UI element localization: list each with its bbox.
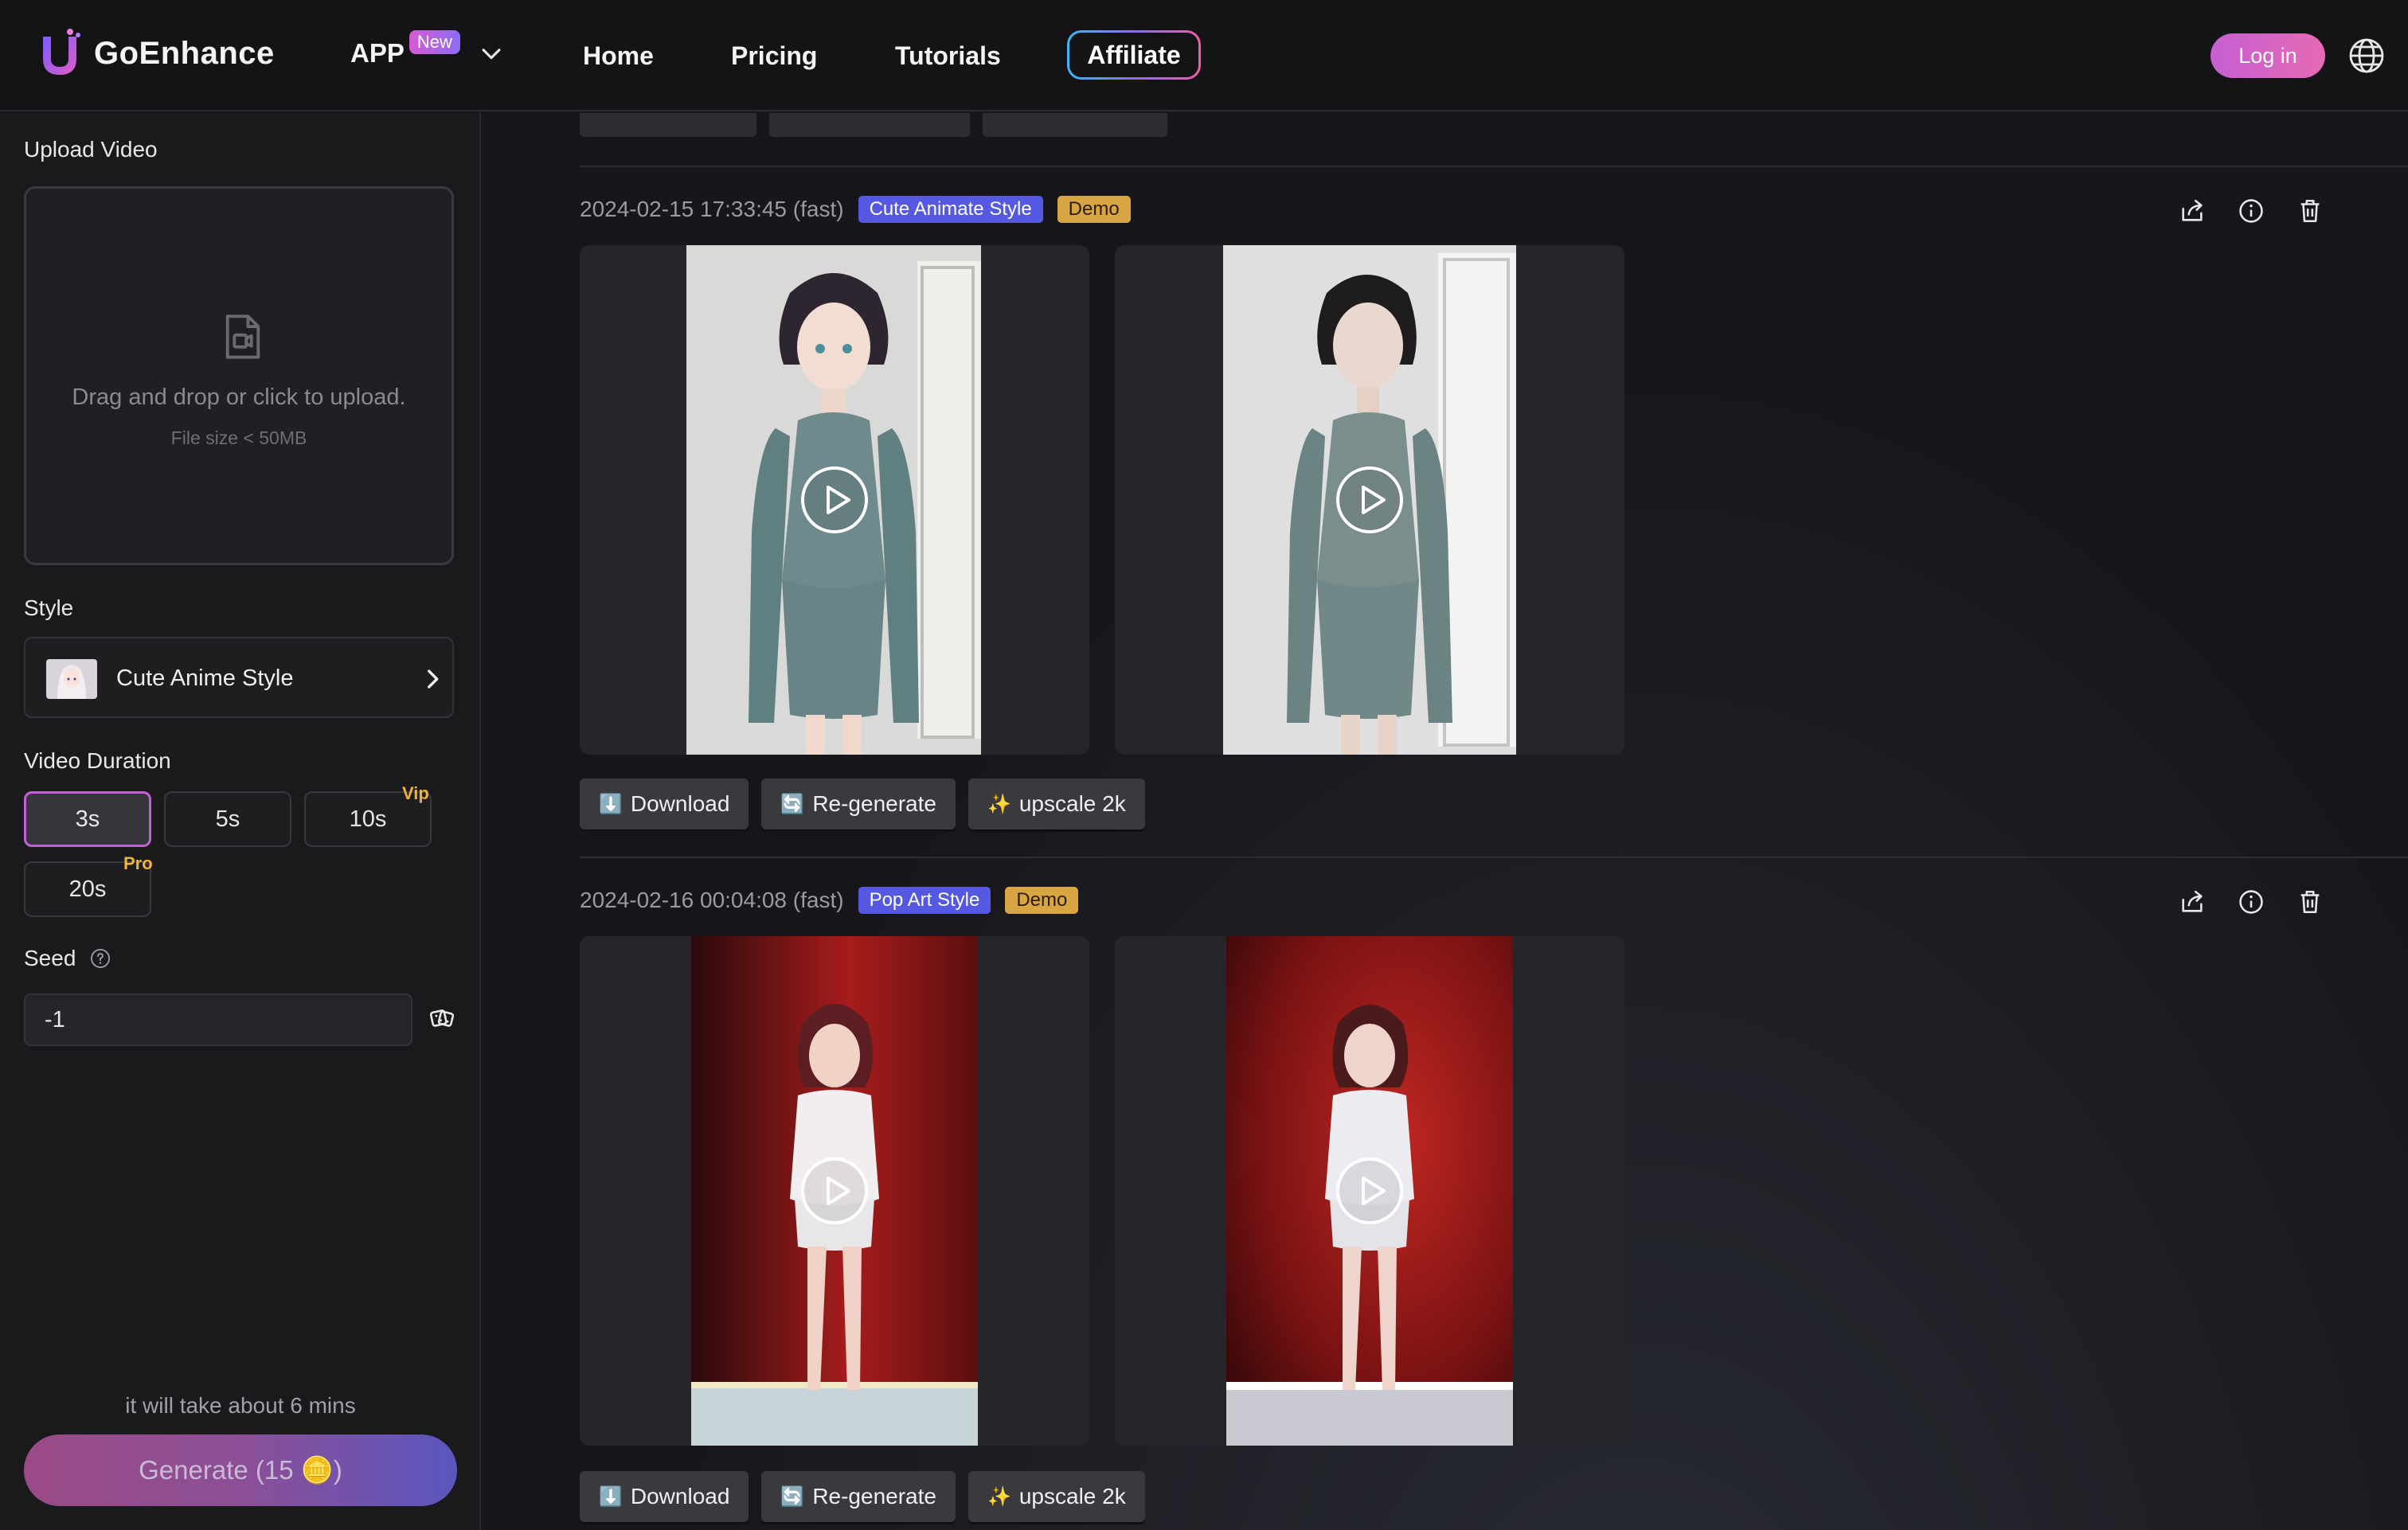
generation-eta: it will take about 6 mins: [125, 1393, 356, 1418]
video-duration-label: Video Duration: [24, 748, 171, 773]
download-icon: ⬇️: [599, 1485, 623, 1508]
upload-size-limit: File size < 50MB: [170, 427, 307, 448]
chevron-right-icon: [428, 669, 439, 689]
seed-input[interactable]: -1: [24, 993, 412, 1046]
style-selected-value: Cute Anime Style: [116, 665, 294, 691]
settings-sidebar: Upload Video Drag and drop or click to u…: [0, 113, 481, 1530]
refresh-icon: 🔄: [780, 1485, 805, 1508]
result-buttons: ⬇️ Download 🔄 Re-generate ✨ upscale 2k: [580, 1471, 1145, 1522]
brand-logo[interactable]: GoEnhance: [35, 27, 275, 80]
duration-option-5s[interactable]: 5s: [164, 791, 291, 847]
card-divider: [580, 857, 2408, 858]
result-actions: [2179, 888, 2324, 915]
regenerate-label: Re-generate: [812, 791, 936, 816]
download-button[interactable]: ⬇️ Download: [580, 779, 749, 829]
info-icon[interactable]: [2238, 888, 2265, 915]
upscale-label: upscale 2k: [1018, 1484, 1126, 1509]
nav-link-home[interactable]: Home: [583, 41, 654, 71]
refresh-icon: 🔄: [780, 793, 805, 815]
upload-video-label: Upload Video: [24, 137, 158, 162]
output-video-pop-art[interactable]: [580, 936, 1089, 1446]
trash-icon[interactable]: [2297, 197, 2324, 224]
random-dice-icon[interactable]: [428, 1005, 455, 1032]
previous-regenerate-button[interactable]: [769, 113, 970, 137]
style-selector[interactable]: Cute Anime Style: [24, 637, 454, 718]
regenerate-label: Re-generate: [812, 1484, 936, 1509]
result-card-meta: 2024-02-15 17:33:45 (fast) Cute Animate …: [580, 196, 1131, 223]
style-label: Style: [24, 595, 74, 620]
result-timestamp: 2024-02-16 00:04:08 (fast): [580, 888, 844, 912]
nav-link-pricing[interactable]: Pricing: [731, 41, 817, 71]
sparkles-icon: ✨: [987, 793, 1011, 815]
play-icon[interactable]: [1335, 465, 1405, 535]
share-icon[interactable]: [2179, 888, 2206, 915]
vip-tag: Vip: [402, 783, 429, 803]
result-actions: [2179, 197, 2324, 224]
upscale-label: upscale 2k: [1018, 791, 1126, 816]
share-icon[interactable]: [2179, 197, 2206, 224]
upscale-button[interactable]: ✨ upscale 2k: [968, 1471, 1145, 1522]
help-icon[interactable]: [89, 947, 111, 970]
download-button[interactable]: ⬇️ Download: [580, 1471, 749, 1522]
affiliate-button[interactable]: Affiliate: [1067, 30, 1201, 80]
login-button[interactable]: Log in: [2211, 33, 2325, 78]
previous-upscale-button[interactable]: [983, 113, 1167, 137]
new-badge: New: [408, 30, 460, 54]
style-tag: Cute Animate Style: [858, 196, 1043, 223]
app-menu[interactable]: APP New: [350, 30, 505, 68]
pro-tag: Pro: [123, 853, 153, 873]
play-icon[interactable]: [1335, 1156, 1405, 1226]
download-label: Download: [630, 791, 730, 816]
nav-link-tutorials[interactable]: Tutorials: [895, 41, 1001, 71]
globe-icon[interactable]: [2347, 37, 2386, 75]
demo-tag: Demo: [1057, 196, 1131, 223]
result-timestamp: 2024-02-15 17:33:45 (fast): [580, 197, 844, 221]
result-card-meta: 2024-02-16 00:04:08 (fast) Pop Art Style…: [580, 887, 1079, 914]
upscale-button[interactable]: ✨ upscale 2k: [968, 779, 1145, 829]
regenerate-button[interactable]: 🔄 Re-generate: [761, 779, 956, 829]
source-video-photo[interactable]: [1115, 245, 1624, 755]
regenerate-button[interactable]: 🔄 Re-generate: [761, 1471, 956, 1522]
info-icon[interactable]: [2238, 197, 2265, 224]
video-file-icon: [225, 314, 260, 359]
previous-card-buttons: [580, 113, 1167, 137]
app-menu-label: APP: [350, 38, 405, 68]
seed-label: Seed: [24, 946, 76, 970]
output-video-anime[interactable]: [580, 245, 1089, 755]
download-label: Download: [630, 1484, 730, 1509]
brand-name: GoEnhance: [94, 35, 275, 71]
goenhance-logo-icon: [43, 29, 80, 75]
demo-tag: Demo: [1005, 887, 1079, 914]
chevron-down-icon: [482, 49, 501, 60]
previous-download-button[interactable]: [580, 113, 756, 137]
play-icon[interactable]: [799, 465, 870, 535]
sparkles-icon: ✨: [987, 1485, 1011, 1508]
style-tag: Pop Art Style: [858, 887, 991, 914]
card-divider: [580, 166, 2408, 167]
download-icon: ⬇️: [599, 793, 623, 815]
top-navbar: GoEnhance APP New Home Pricing Tutorials…: [0, 0, 2408, 111]
results-feed: 2024-02-15 17:33:45 (fast) Cute Animate …: [483, 113, 2408, 1530]
duration-option-3s[interactable]: 3s: [24, 791, 151, 847]
source-video-red-backdrop[interactable]: [1115, 936, 1624, 1446]
generate-button[interactable]: Generate (15 🪙): [24, 1434, 457, 1506]
style-thumbnail: [46, 659, 97, 699]
anime-thumbnail-icon: [46, 659, 97, 699]
play-icon[interactable]: [799, 1156, 870, 1226]
affiliate-label: Affiliate: [1069, 33, 1198, 77]
result-buttons: ⬇️ Download 🔄 Re-generate ✨ upscale 2k: [580, 779, 1145, 829]
trash-icon[interactable]: [2297, 888, 2324, 915]
upload-instructions: Drag and drop or click to upload.: [72, 384, 406, 410]
upload-dropzone[interactable]: Drag and drop or click to upload. File s…: [24, 186, 454, 565]
